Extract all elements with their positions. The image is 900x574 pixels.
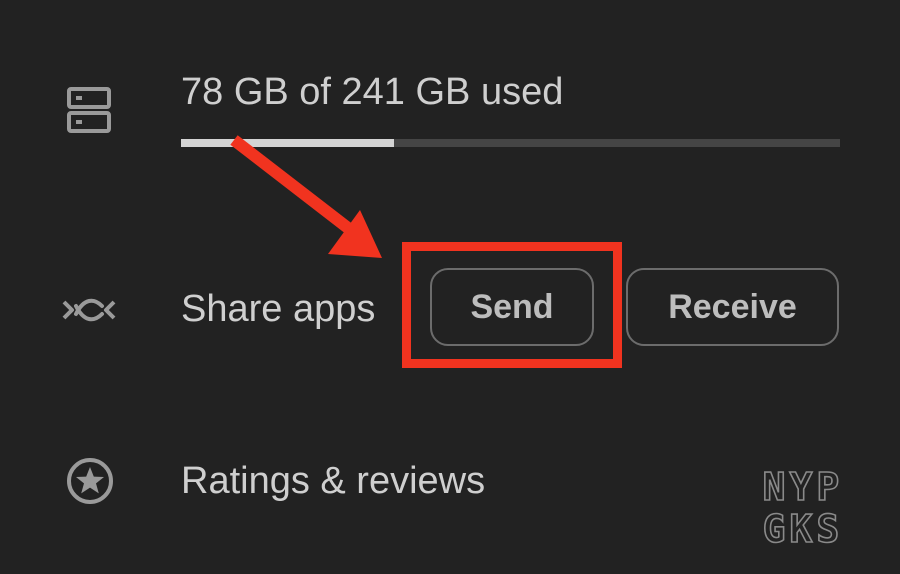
svg-text:NYP: NYP: [763, 466, 844, 509]
share-apps-label: Share apps: [181, 288, 376, 330]
watermark-logo: NYP GKS: [732, 464, 874, 552]
receive-button[interactable]: Receive: [626, 268, 839, 346]
share-apps-icon: [60, 292, 118, 326]
ratings-reviews-label[interactable]: Ratings & reviews: [181, 455, 485, 507]
storage-usage-text: 78 GB of 241 GB used: [181, 71, 564, 113]
storage-icon: [66, 86, 112, 134]
svg-text:GKS: GKS: [763, 507, 844, 546]
highlight-box: [402, 242, 622, 368]
annotation-arrow: [220, 128, 420, 278]
star-icon: [66, 457, 114, 505]
